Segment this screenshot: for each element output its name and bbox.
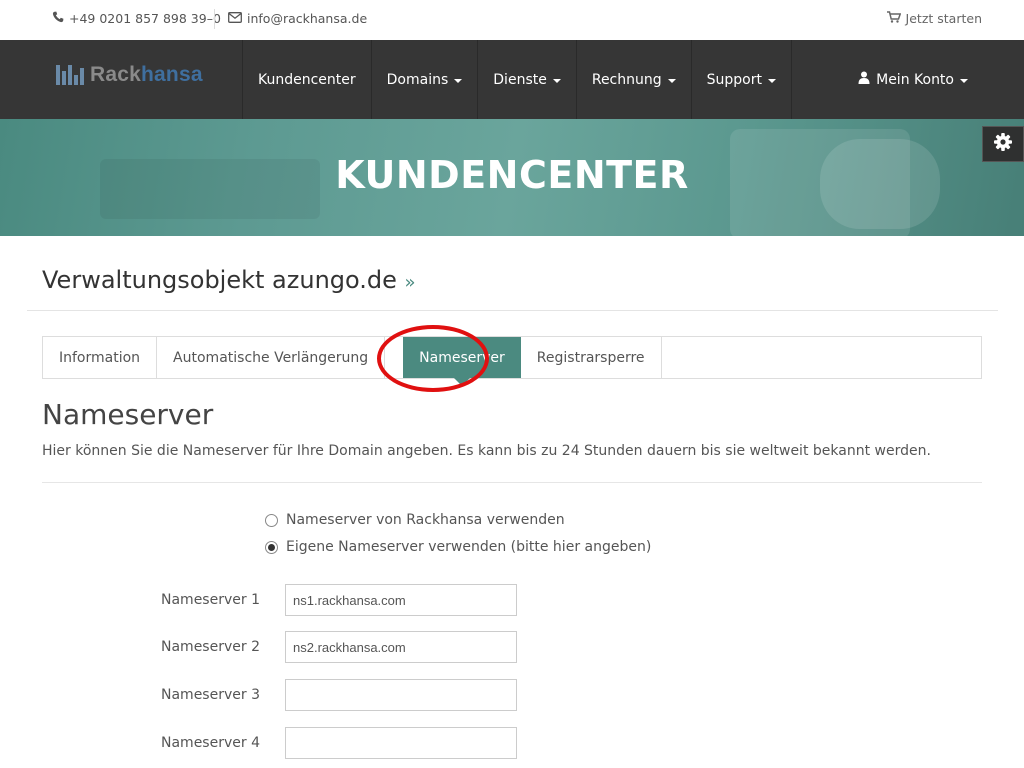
- nameserver-1-label: Nameserver 1: [161, 592, 260, 608]
- user-icon: [858, 71, 870, 88]
- page-title: Verwaltungsobjekt azungo.de »: [42, 266, 416, 294]
- radio-button-unchecked[interactable]: [265, 513, 278, 527]
- email-address: info@rackhansa.de: [247, 11, 368, 26]
- nav-item-rechnung[interactable]: Rechnung: [575, 40, 691, 119]
- topbar-divider: [214, 9, 215, 29]
- object-title-text: Verwaltungsobjekt azungo.de: [42, 266, 397, 294]
- logo-bars-icon: [56, 65, 84, 85]
- top-bar: +49 0201 857 898 39–0 info@rackhansa.de …: [0, 0, 1024, 40]
- nav-item-domains[interactable]: Domains: [370, 40, 478, 119]
- nameserver-1-input[interactable]: [285, 584, 517, 616]
- tab-registrar-lock[interactable]: Registrarsperre: [521, 337, 662, 378]
- double-chevron-icon: »: [404, 272, 416, 293]
- nameserver-4-row: Nameserver 4: [0, 727, 1024, 759]
- nameserver-2-row: Nameserver 2: [0, 631, 1024, 663]
- radio-label: Eigene Nameserver verwenden (bitte hier …: [286, 539, 652, 555]
- caret-down-icon: [454, 78, 463, 83]
- radio-label: Nameserver von Rackhansa verwenden: [286, 512, 565, 528]
- phone-contact[interactable]: +49 0201 857 898 39–0: [52, 11, 221, 26]
- cart-icon: [886, 11, 901, 26]
- settings-button[interactable]: [982, 126, 1024, 162]
- tab-information[interactable]: Information: [43, 337, 158, 378]
- divider: [42, 482, 982, 483]
- nameserver-1-row: Nameserver 1: [0, 584, 1024, 616]
- nav-item-kundencenter[interactable]: Kundencenter: [242, 40, 371, 119]
- gear-icon: [993, 132, 1013, 156]
- nav-menu: Kundencenter Domains Dienste Rechnung Su…: [242, 40, 792, 119]
- hero-banner: KUNDENCENTER: [0, 119, 1024, 236]
- logo-text: Rackhansa: [90, 63, 203, 86]
- nav-item-support[interactable]: Support: [690, 40, 792, 119]
- phone-icon: [52, 11, 64, 26]
- rackhansa-logo[interactable]: Rackhansa: [56, 63, 203, 87]
- tab-auto-renewal[interactable]: Automatische Verlängerung: [157, 337, 386, 378]
- phone-number: +49 0201 857 898 39–0: [69, 11, 221, 26]
- tab-nameserver[interactable]: Nameserver: [403, 337, 521, 386]
- nameserver-4-label: Nameserver 4: [161, 735, 260, 751]
- hero-title: KUNDENCENTER: [335, 153, 689, 197]
- section-title: Nameserver: [42, 398, 214, 431]
- start-label: Jetzt starten: [905, 11, 982, 26]
- radio-custom-nameserver[interactable]: Eigene Nameserver verwenden (bitte hier …: [265, 539, 651, 555]
- email-contact[interactable]: info@rackhansa.de: [228, 11, 367, 26]
- account-menu[interactable]: Mein Konto: [858, 40, 968, 119]
- divider: [27, 310, 998, 311]
- nameserver-3-row: Nameserver 3: [0, 679, 1024, 711]
- account-label: Mein Konto: [876, 71, 954, 88]
- nameserver-4-input[interactable]: [285, 727, 517, 759]
- radio-button-checked[interactable]: [265, 540, 278, 554]
- start-link[interactable]: Jetzt starten: [886, 11, 982, 26]
- nameserver-3-label: Nameserver 3: [161, 687, 260, 703]
- radio-rackhansa-nameserver[interactable]: Nameserver von Rackhansa verwenden: [265, 512, 565, 528]
- caret-down-icon: [767, 78, 776, 83]
- envelope-icon: [228, 11, 242, 26]
- nameserver-3-input[interactable]: [285, 679, 517, 711]
- caret-down-icon: [552, 78, 561, 83]
- caret-down-icon: [667, 78, 676, 83]
- domain-tabs: Information Automatische Verlängerung Na…: [42, 336, 982, 386]
- nameserver-2-input[interactable]: [285, 631, 517, 663]
- caret-down-icon: [960, 78, 968, 83]
- nameserver-2-label: Nameserver 2: [161, 639, 260, 655]
- main-navbar: Rackhansa Kundencenter Domains Dienste R…: [0, 40, 1024, 119]
- section-description: Hier können Sie die Nameserver für Ihre …: [42, 443, 931, 459]
- nav-item-dienste[interactable]: Dienste: [477, 40, 576, 119]
